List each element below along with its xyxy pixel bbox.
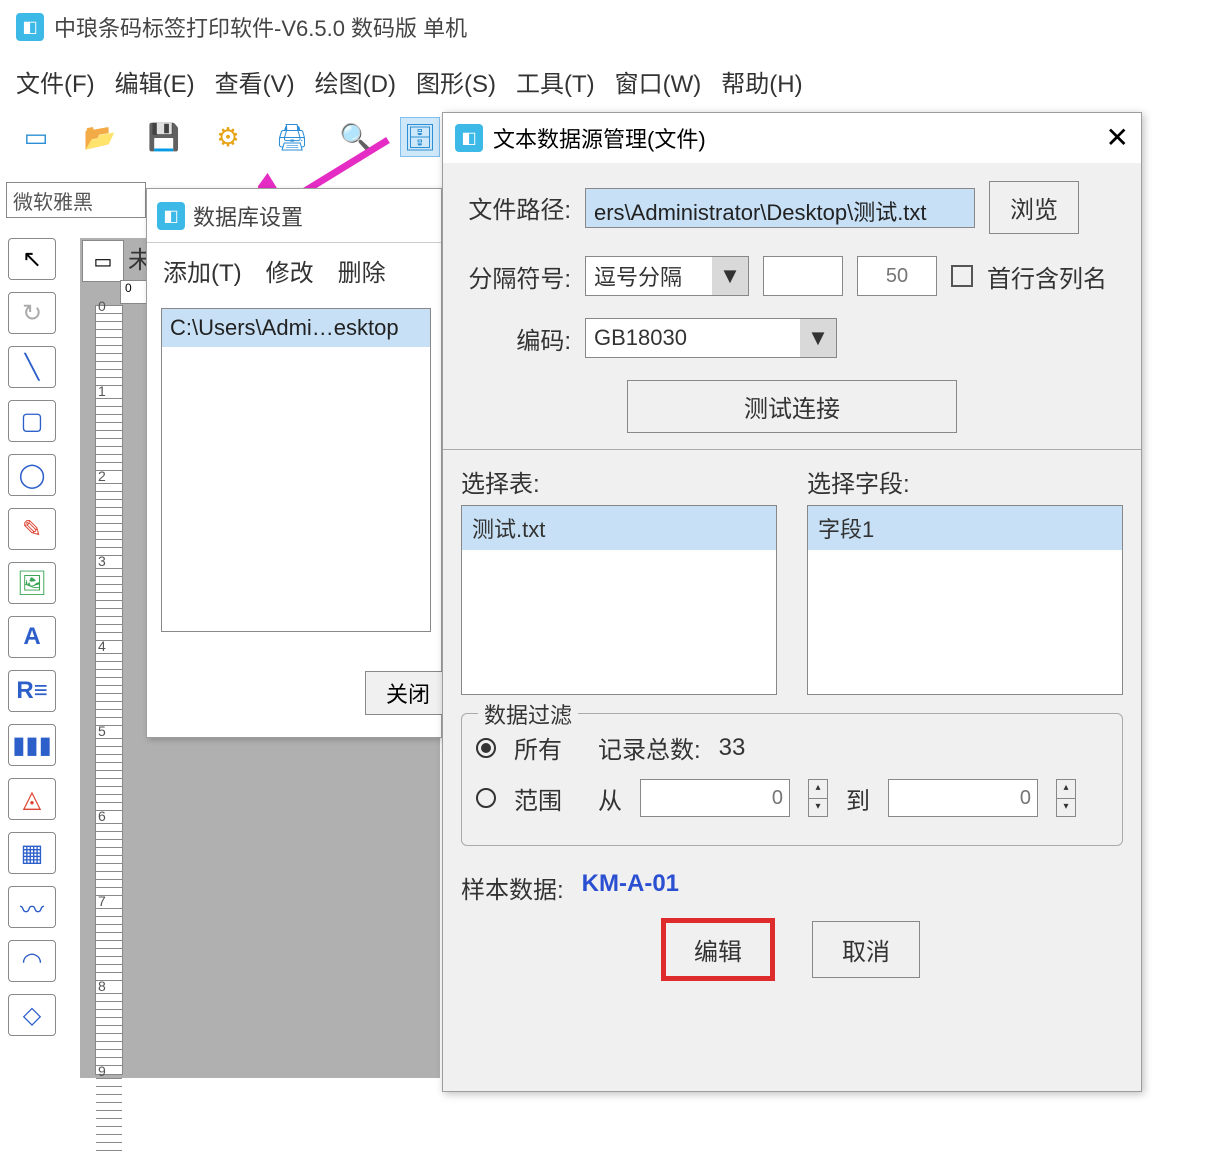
to-label: 到: [846, 781, 870, 816]
db-connection-list[interactable]: C:\Users\Admi…esktop: [161, 308, 431, 632]
new-icon[interactable]: ▭: [16, 117, 56, 157]
datasource-dialog: ◧ 文本数据源管理(文件) ✕ 文件路径: ers\Administrator\…: [442, 112, 1142, 1092]
radio-all-label: 所有: [514, 730, 562, 765]
record-count-value: 33: [719, 734, 746, 762]
ds-dialog-title: 文本数据源管理(文件): [493, 122, 706, 154]
path-input[interactable]: ers\Administrator\Desktop\测试.txt: [585, 188, 975, 228]
menu-file[interactable]: 文件(F): [16, 64, 95, 99]
menu-edit[interactable]: 编辑(E): [115, 64, 195, 99]
filter-legend: 数据过滤: [478, 698, 578, 730]
close-icon[interactable]: ✕: [1106, 121, 1129, 154]
select-field-label: 选择字段:: [807, 464, 1123, 499]
database-icon[interactable]: 🗄: [400, 117, 440, 157]
text-a-tool-icon[interactable]: A: [8, 616, 56, 658]
record-count-label: 记录总数:: [598, 730, 701, 765]
chevron-down-icon: ▼: [712, 257, 748, 295]
ds-titlebar: ◧ 文本数据源管理(文件) ✕: [443, 113, 1141, 163]
encoding-value: GB18030: [594, 325, 687, 351]
separator-extra-input[interactable]: [763, 256, 843, 296]
table-list[interactable]: 测试.txt: [461, 505, 777, 695]
radio-range[interactable]: [476, 788, 496, 808]
separator-label: 分隔符号:: [461, 259, 571, 294]
from-spinner[interactable]: ▴▾: [808, 779, 828, 817]
cursor-tool-icon[interactable]: ↖: [8, 238, 56, 280]
menu-window[interactable]: 窗口(W): [615, 64, 702, 99]
from-label: 从: [598, 781, 622, 816]
db-window-menu: 添加(T) 修改 删除: [147, 243, 441, 298]
ds-dialog-icon: ◧: [455, 124, 483, 152]
db-window-title: 数据库设置: [193, 200, 303, 232]
db-modify-menu[interactable]: 修改: [266, 253, 314, 288]
menu-draw[interactable]: 绘图(D): [315, 64, 396, 99]
line-tool-icon[interactable]: ╲: [8, 346, 56, 388]
app-title: 中琅条码标签打印软件-V6.5.0 数码版 单机: [54, 11, 467, 43]
field-list[interactable]: 字段1: [807, 505, 1123, 695]
menu-tool[interactable]: 工具(T): [516, 64, 595, 99]
refresh-tool-icon[interactable]: ↻: [8, 292, 56, 334]
to-input[interactable]: [888, 779, 1038, 817]
db-delete-menu[interactable]: 删除: [338, 253, 386, 288]
new-doc-tab-icon[interactable]: ▭: [82, 240, 124, 282]
separator-value: 逗号分隔: [594, 260, 682, 292]
select-table-label: 选择表:: [461, 464, 777, 499]
separator-select[interactable]: 逗号分隔 ▼: [585, 256, 749, 296]
db-close-button[interactable]: 关闭: [365, 671, 451, 715]
menu-help[interactable]: 帮助(H): [721, 64, 802, 99]
menu-shape[interactable]: 图形(S): [416, 64, 496, 99]
separator-line: [443, 449, 1141, 450]
encoding-label: 编码:: [461, 321, 571, 356]
database-settings-window: ◧ 数据库设置 添加(T) 修改 删除 C:\Users\Admi…esktop…: [146, 188, 442, 738]
barcode-tool-icon[interactable]: ▮▮▮: [8, 724, 56, 766]
text-r-tool-icon[interactable]: R≡: [8, 670, 56, 712]
browse-button[interactable]: 浏览: [989, 181, 1079, 234]
curve-tool-icon[interactable]: 〰: [8, 886, 56, 928]
menu-bar: 文件(F) 编辑(E) 查看(V) 绘图(D) 图形(S) 工具(T) 窗口(W…: [0, 54, 1216, 109]
qrcode-tool-icon[interactable]: ▦: [8, 832, 56, 874]
print-icon[interactable]: 🖨: [272, 117, 312, 157]
sample-label: 样本数据:: [461, 870, 564, 905]
to-spinner[interactable]: ▴▾: [1056, 779, 1076, 817]
settings-icon[interactable]: ⚙: [208, 117, 248, 157]
test-connection-button[interactable]: 测试连接: [627, 380, 957, 433]
table-list-item[interactable]: 测试.txt: [462, 506, 776, 550]
db-list-item[interactable]: C:\Users\Admi…esktop: [162, 309, 430, 347]
arc-tool-icon[interactable]: ◠: [8, 940, 56, 982]
ds-body: 文件路径: ers\Administrator\Desktop\测试.txt 浏…: [443, 163, 1141, 978]
image-tool-icon[interactable]: 🖼: [8, 562, 56, 604]
cancel-button[interactable]: 取消: [812, 921, 920, 978]
app-icon: ◧: [16, 13, 44, 41]
triangle-tool-icon[interactable]: ◬: [8, 778, 56, 820]
from-input[interactable]: [640, 779, 790, 817]
pen-tool-icon[interactable]: ✎: [8, 508, 56, 550]
data-filter-group: 数据过滤 所有 记录总数: 33 范围 从 ▴▾ 到 ▴▾: [461, 713, 1123, 846]
db-add-menu[interactable]: 添加(T): [163, 253, 242, 288]
field-list-item[interactable]: 字段1: [808, 506, 1122, 550]
radio-range-label: 范围: [514, 781, 562, 816]
open-icon[interactable]: 📂: [80, 117, 120, 157]
first-row-label: 首行含列名: [987, 259, 1107, 294]
left-toolbar: ↖ ↻ ╲ ▢ ◯ ✎ 🖼 A R≡ ▮▮▮ ◬ ▦ 〰 ◠ ◇: [8, 238, 66, 1036]
chevron-down-icon: ▼: [800, 319, 836, 357]
edit-button[interactable]: 编辑: [664, 921, 772, 978]
shape-tool-icon[interactable]: ◇: [8, 994, 56, 1036]
path-label: 文件路径:: [461, 190, 571, 225]
first-row-checkbox[interactable]: [951, 265, 973, 287]
db-window-icon: ◧: [157, 202, 185, 230]
menu-view[interactable]: 查看(V): [215, 64, 295, 99]
rounded-rect-tool-icon[interactable]: ▢: [8, 400, 56, 442]
sample-value: KM-A-01: [582, 870, 679, 905]
separator-num-input[interactable]: [857, 256, 937, 296]
font-name-input[interactable]: [6, 182, 146, 218]
ellipse-tool-icon[interactable]: ◯: [8, 454, 56, 496]
db-window-titlebar: ◧ 数据库设置: [147, 189, 441, 243]
ruler-vertical: 0 1 2 3 4 5 6 7 8 9: [95, 305, 123, 1075]
radio-all[interactable]: [476, 738, 496, 758]
save-icon[interactable]: 💾: [144, 117, 184, 157]
encoding-select[interactable]: GB18030 ▼: [585, 318, 837, 358]
app-titlebar: ◧ 中琅条码标签打印软件-V6.5.0 数码版 单机: [0, 0, 1216, 54]
preview-icon[interactable]: 🔍: [336, 117, 376, 157]
